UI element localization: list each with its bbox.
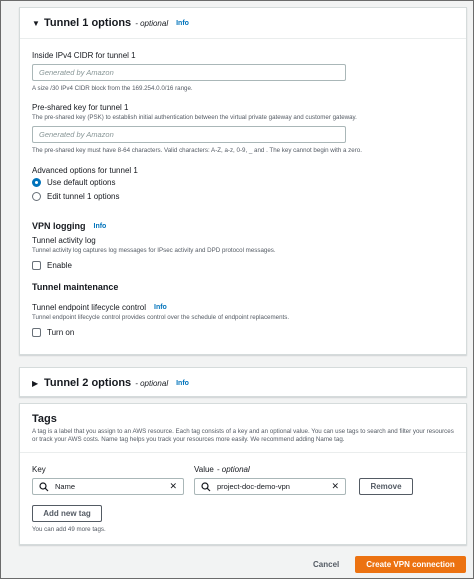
tunnel1-panel: ▼ Tunnel 1 options - optional Info Insid… bbox=[19, 7, 467, 355]
inside-cidr-help: A size /30 IPv4 CIDR block from the 169.… bbox=[32, 85, 193, 92]
remove-tag-button[interactable]: Remove bbox=[359, 478, 413, 495]
caret-down-icon[interactable]: ▼ bbox=[32, 19, 44, 28]
tags-description: A tag is a label that you assign to an A… bbox=[32, 428, 454, 443]
psk-label: Pre-shared key for tunnel 1 bbox=[32, 103, 129, 112]
radio-edit-options[interactable]: Edit tunnel 1 options bbox=[32, 192, 120, 201]
inside-cidr-placeholder: Generated by Amazon bbox=[39, 68, 114, 77]
turn-on-checkbox[interactable]: Turn on bbox=[32, 328, 74, 337]
tunnel2-optional: - optional bbox=[135, 378, 169, 388]
tags-title: Tags bbox=[32, 413, 57, 425]
psk-help: The pre-shared key must have 8-64 charac… bbox=[32, 147, 362, 154]
tunnel2-info-link[interactable]: Info bbox=[176, 380, 189, 387]
create-vpn-connection-button[interactable]: Create VPN connection bbox=[355, 556, 466, 573]
search-icon bbox=[201, 481, 211, 491]
cancel-button[interactable]: Cancel bbox=[313, 560, 339, 569]
psk-input[interactable]: Generated by Amazon bbox=[32, 126, 346, 143]
tunnel1-optional: - optional bbox=[135, 18, 169, 28]
tag-value-optional: - optional bbox=[216, 465, 250, 474]
inside-cidr-input[interactable]: Generated by Amazon bbox=[32, 64, 346, 81]
advanced-label: Advanced options for tunnel 1 bbox=[32, 166, 138, 175]
clear-key-icon[interactable]: ✕ bbox=[169, 481, 177, 492]
tag-value-label-row: Value - optional bbox=[194, 465, 250, 474]
vpn-logging-heading: VPN logging bbox=[32, 221, 86, 231]
add-new-tag-button[interactable]: Add new tag bbox=[32, 505, 102, 522]
page-frame: ▼ Tunnel 1 options - optional Info Insid… bbox=[0, 0, 474, 579]
clear-value-icon[interactable]: ✕ bbox=[331, 481, 339, 492]
enable-logging-label: Enable bbox=[47, 261, 72, 270]
tag-value-label: Value bbox=[194, 465, 214, 474]
tunnel2-header[interactable]: ▶ Tunnel 2 options - optional Info bbox=[20, 368, 466, 398]
tag-key-input[interactable]: Name ✕ bbox=[32, 478, 184, 495]
tunnel-activity-log-label: Tunnel activity log bbox=[32, 236, 96, 245]
tunnel1-title: Tunnel 1 options bbox=[44, 17, 132, 29]
tags-panel: Tags A tag is a label that you assign to… bbox=[19, 403, 467, 545]
lifecycle-label-row: Tunnel endpoint lifecycle control Info bbox=[32, 303, 167, 312]
tag-key-label: Key bbox=[32, 465, 46, 474]
lifecycle-description: Tunnel endpoint lifecycle control provid… bbox=[32, 314, 290, 321]
enable-logging-checkbox[interactable]: Enable bbox=[32, 261, 72, 270]
lifecycle-info-link[interactable]: Info bbox=[154, 304, 167, 311]
tags-remaining: You can add 49 more tags. bbox=[32, 526, 106, 533]
enable-logging-box[interactable] bbox=[32, 261, 41, 270]
turn-on-label: Turn on bbox=[47, 328, 75, 337]
tunnel-maintenance-heading: Tunnel maintenance bbox=[32, 282, 119, 292]
tunnel2-title: Tunnel 2 options bbox=[44, 377, 132, 389]
vpn-logging-heading-row: VPN logging Info bbox=[32, 221, 106, 231]
psk-placeholder: Generated by Amazon bbox=[39, 130, 114, 139]
tag-value-input[interactable]: project-doc-demo-vpn ✕ bbox=[194, 478, 346, 495]
inside-cidr-label: Inside IPv4 CIDR for tunnel 1 bbox=[32, 51, 136, 60]
radio-default-options[interactable]: Use default options bbox=[32, 178, 116, 187]
psk-description: The pre-shared key (PSK) to establish in… bbox=[32, 114, 357, 121]
radio-default-label: Use default options bbox=[47, 178, 116, 187]
tunnel-activity-log-description: Tunnel activity log captures log message… bbox=[32, 247, 276, 254]
vpn-logging-info-link[interactable]: Info bbox=[94, 223, 107, 230]
tunnel2-panel: ▶ Tunnel 2 options - optional Info bbox=[19, 367, 467, 397]
tag-value-value: project-doc-demo-vpn bbox=[217, 482, 290, 491]
radio-edit-indicator[interactable] bbox=[32, 192, 41, 201]
lifecycle-label: Tunnel endpoint lifecycle control bbox=[32, 303, 146, 312]
tag-key-value: Name bbox=[55, 482, 76, 491]
radio-default-indicator[interactable] bbox=[32, 178, 41, 187]
tunnel1-header[interactable]: ▼ Tunnel 1 options - optional Info bbox=[20, 8, 466, 38]
radio-edit-label: Edit tunnel 1 options bbox=[47, 192, 120, 201]
turn-on-box[interactable] bbox=[32, 328, 41, 337]
search-icon bbox=[39, 481, 49, 491]
caret-right-icon[interactable]: ▶ bbox=[32, 379, 44, 388]
tunnel1-info-link[interactable]: Info bbox=[176, 20, 189, 27]
